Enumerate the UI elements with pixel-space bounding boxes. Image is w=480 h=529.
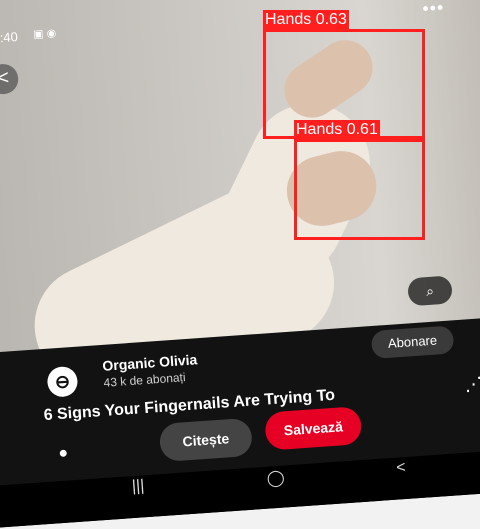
follow-button[interactable]: Abonare — [370, 325, 455, 360]
visual-search-icon[interactable]: ⌕ — [407, 275, 453, 307]
recent-apps-button[interactable]: ||| — [131, 477, 145, 496]
share-icon[interactable]: ⋰ — [464, 373, 480, 395]
status-icons: ▣ ◉ — [32, 27, 57, 41]
status-time: 09:40 — [0, 29, 19, 47]
hand-detection-label-1: Hands 0.63 — [263, 10, 349, 30]
more-options-icon[interactable]: ••• — [422, 0, 445, 20]
home-button[interactable]: ◯ — [266, 467, 285, 488]
comment-icon[interactable]: ● — [58, 445, 69, 464]
read-button[interactable]: Citește — [158, 417, 254, 463]
hand-detection-box-2 — [294, 139, 425, 240]
system-back-button[interactable]: < — [396, 459, 407, 478]
hand-detection-label-2: Hands 0.61 — [294, 120, 380, 140]
save-button[interactable]: Salvează — [264, 406, 363, 451]
